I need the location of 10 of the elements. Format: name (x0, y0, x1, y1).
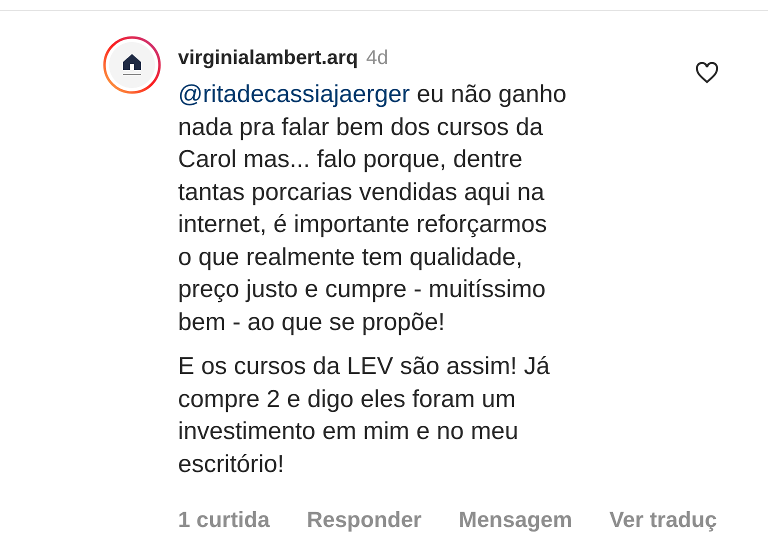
username[interactable]: virginialambert.arq (178, 43, 358, 73)
avatar-icon[interactable] (103, 36, 161, 94)
comment-text: @ritadecassiajaerger eu não ganho nada pra falar bem dos cursos da Carol mas... falo porque, dentre tantas porcarias vendidas aqui na internet, é importante reforçarmos o que realmente tem qualidade, preço justo e cumpre - muitíssimo bem - ao que se propõe! (178, 80, 568, 338)
comment-action[interactable]: Responder (306, 503, 422, 536)
likes-count[interactable]: 1 curtida (178, 503, 270, 536)
comment-text: E os cursos da LEV são assim! Já compre 2 e digo eles foram um investimento em mim e no meu escritório! (178, 352, 551, 480)
comment-action[interactable]: Ver traduç (609, 503, 717, 536)
heart-icon[interactable] (695, 62, 719, 84)
comment-time: 4d (366, 46, 388, 71)
comment-action[interactable]: Mensagem (458, 503, 572, 536)
